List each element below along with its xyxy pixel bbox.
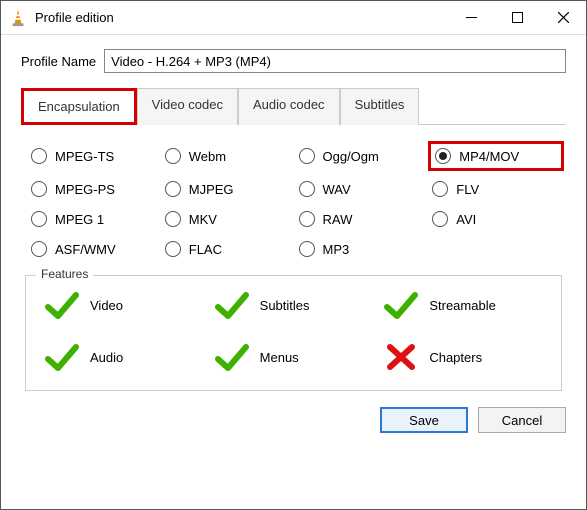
radio-icon [31,148,47,164]
feature-subtitles: Subtitles [214,290,374,320]
radio-icon [31,241,47,257]
radio-avi[interactable]: AVI [432,211,556,227]
tab-subtitles[interactable]: Subtitles [340,88,420,125]
feature-label: Menus [260,350,299,365]
feature-label: Audio [90,350,123,365]
window-title: Profile edition [35,10,448,25]
feature-audio: Audio [44,342,204,372]
feature-streamable: Streamable [383,290,543,320]
feature-label: Video [90,298,123,313]
titlebar: Profile edition [1,1,586,35]
radio-icon [165,148,181,164]
tab-bar: Encapsulation Video codec Audio codec Su… [21,87,566,125]
save-button[interactable]: Save [380,407,468,433]
radio-flv[interactable]: FLV [432,181,556,197]
radio-icon [299,241,315,257]
feature-label: Chapters [429,350,482,365]
feature-menus: Menus [214,342,374,372]
radio-wav[interactable]: WAV [299,181,423,197]
radio-icon [165,211,181,227]
dialog-footer: Save Cancel [1,391,586,451]
radio-label: AVI [456,212,476,227]
radio-label: Ogg/Ogm [323,149,379,164]
radio-label: MPEG-PS [55,182,115,197]
radio-label: Webm [189,149,226,164]
tab-video-codec[interactable]: Video codec [137,88,238,125]
radio-webm[interactable]: Webm [165,145,289,167]
radio-icon [31,211,47,227]
checkmark-icon [44,342,80,372]
close-button[interactable] [540,1,586,35]
maximize-button[interactable] [494,1,540,35]
checkmark-icon [214,342,250,372]
radio-mp4-mov[interactable]: MP4/MOV [428,141,564,171]
radio-mpeg-1[interactable]: MPEG 1 [31,211,155,227]
radio-label: MPEG-TS [55,149,114,164]
profile-name-label: Profile Name [21,54,96,69]
encapsulation-radio-group: MPEG-TS Webm Ogg/Ogm MP4/MOV MPEG-PS MJP… [21,137,566,275]
radio-icon [165,241,181,257]
profile-name-input[interactable] [104,49,566,73]
radio-mpeg-ts[interactable]: MPEG-TS [31,145,155,167]
cross-icon [383,342,419,372]
radio-icon [165,181,181,197]
radio-label: MPEG 1 [55,212,104,227]
radio-icon [299,211,315,227]
radio-icon [432,211,448,227]
radio-icon [299,148,315,164]
checkmark-icon [383,290,419,320]
radio-label: RAW [323,212,353,227]
radio-icon [435,148,451,164]
radio-flac[interactable]: FLAC [165,241,289,257]
checkmark-icon [214,290,250,320]
radio-icon [299,181,315,197]
radio-mp3[interactable]: MP3 [299,241,423,257]
feature-video: Video [44,290,204,320]
feature-label: Streamable [429,298,495,313]
radio-label: MP4/MOV [459,149,519,164]
features-groupbox: Features Video Subtitles Streamable Audi… [25,275,562,391]
checkmark-icon [44,290,80,320]
radio-ogg[interactable]: Ogg/Ogm [299,145,423,167]
radio-label: MKV [189,212,217,227]
features-legend: Features [36,267,93,281]
cancel-button[interactable]: Cancel [478,407,566,433]
radio-label: ASF/WMV [55,242,116,257]
feature-chapters: Chapters [383,342,543,372]
radio-label: FLV [456,182,479,197]
radio-icon [31,181,47,197]
radio-mpeg-ps[interactable]: MPEG-PS [31,181,155,197]
radio-mkv[interactable]: MKV [165,211,289,227]
radio-label: WAV [323,182,351,197]
radio-label: FLAC [189,242,222,257]
feature-label: Subtitles [260,298,310,313]
vlc-cone-icon [9,9,27,27]
tab-audio-codec[interactable]: Audio codec [238,88,340,125]
tab-encapsulation[interactable]: Encapsulation [21,88,137,125]
radio-label: MP3 [323,242,350,257]
profile-name-row: Profile Name [21,49,566,73]
radio-mjpeg[interactable]: MJPEG [165,181,289,197]
radio-label: MJPEG [189,182,234,197]
minimize-button[interactable] [448,1,494,35]
radio-raw[interactable]: RAW [299,211,423,227]
radio-icon [432,181,448,197]
radio-asf-wmv[interactable]: ASF/WMV [31,241,155,257]
